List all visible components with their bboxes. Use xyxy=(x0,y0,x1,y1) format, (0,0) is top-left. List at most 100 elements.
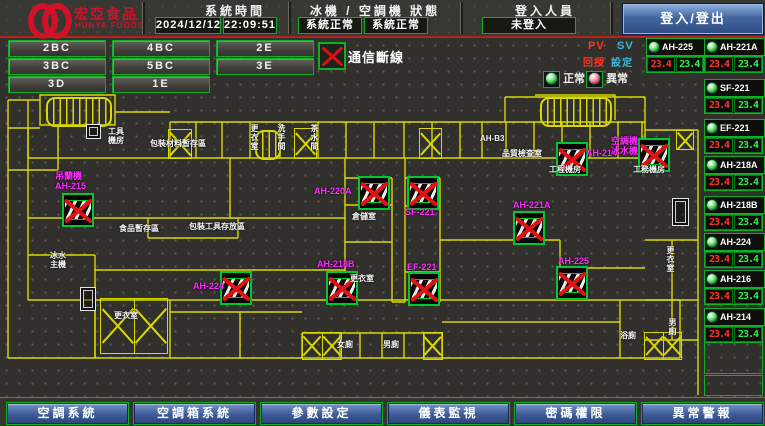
room-label: AH-B3 xyxy=(480,134,504,143)
nav-button-1[interactable]: 空調系統 xyxy=(6,402,129,425)
login-logout-button[interactable]: 登入/登出 xyxy=(622,3,764,35)
room-label: 倉儲室 xyxy=(352,212,376,221)
map-unit-AH-225[interactable] xyxy=(556,266,588,300)
floor-button-3D[interactable]: 3D xyxy=(8,76,106,93)
ahu-name: EF-221 xyxy=(720,123,750,133)
sv-cn-label: 設定 xyxy=(611,54,633,69)
unit-hatch-pattern xyxy=(641,145,667,165)
divider xyxy=(610,2,613,34)
stairs-icon xyxy=(540,97,612,127)
ahu-name: AH-218B xyxy=(720,200,758,210)
room-label: 茶水間 xyxy=(310,124,319,151)
divider xyxy=(288,2,291,34)
floor-button-3E[interactable]: 3E xyxy=(216,58,314,75)
x-cell xyxy=(303,333,322,359)
ahu-name: SF-221 xyxy=(720,83,750,93)
status-led-icon xyxy=(706,82,718,94)
floor-button-2E[interactable]: 2E xyxy=(216,40,314,57)
ahu-row-EF-221[interactable]: EF-221 xyxy=(704,119,765,137)
normal-led-icon xyxy=(543,71,560,88)
sv-value: 23.4 xyxy=(734,252,762,267)
stairs-icon xyxy=(46,97,112,127)
comm-fail-label: 通信斷線 xyxy=(348,47,404,66)
map-unit-AH-221A[interactable] xyxy=(513,211,545,245)
ahu-name: AH-221A xyxy=(720,42,758,52)
ahu-row-SF-221[interactable]: SF-221 xyxy=(704,79,765,97)
map-unit-label: EF-221 xyxy=(407,262,437,272)
ahu-row-AH-214[interactable]: AH-214 xyxy=(704,308,765,326)
room-label: 工務機房 xyxy=(633,165,665,174)
map-unit-SF-221[interactable] xyxy=(407,176,439,210)
nav-button-5[interactable]: 密碼權限 xyxy=(514,402,637,425)
ahu-row-AH-225[interactable]: AH-225 xyxy=(646,38,706,56)
ahu-name: AH-214 xyxy=(720,312,751,322)
x-cell xyxy=(663,333,682,359)
x-cell xyxy=(101,299,134,353)
ahu-name: AH-216 xyxy=(720,274,751,284)
map-unit-AH-220A[interactable] xyxy=(358,176,390,210)
unit-hatch-pattern xyxy=(223,278,249,298)
room-label: 更衣室 xyxy=(666,246,675,273)
ahu-values-AH-214: 23.423.4 xyxy=(704,326,763,343)
map-unit-label: AH-225 xyxy=(558,256,589,266)
map-unit-label: 吊蘭機 AH-215 xyxy=(55,171,86,191)
pv-value: 23.4 xyxy=(705,327,733,342)
room-label: 品質檢查室 xyxy=(502,149,542,158)
ahu-values-AH-224: 23.423.4 xyxy=(704,251,763,268)
hmi-screen: 宏亞食品 HUNYA FOODS 系統時間 2024/12/12 22:09:5… xyxy=(0,0,765,426)
ahu-row-AH-221A[interactable]: AH-221A xyxy=(704,38,765,56)
room-label: 包裝材料暫存區 xyxy=(150,139,206,148)
floor-button-2BC[interactable]: 2BC xyxy=(8,40,106,57)
ahu-values-SF-221: 23.423.4 xyxy=(704,97,763,114)
room-label: 更衣室 xyxy=(250,124,259,151)
login-user-value: 未登入 xyxy=(482,17,576,34)
status-led-icon xyxy=(706,159,718,171)
nav-button-2[interactable]: 空調箱系統 xyxy=(133,402,256,425)
unit-hatch-pattern xyxy=(559,273,585,293)
nav-button-6[interactable]: 異常警報 xyxy=(641,402,764,425)
abnormal-led-icon xyxy=(586,71,603,88)
floor-button-3BC[interactable]: 3BC xyxy=(8,58,106,75)
status-led-icon xyxy=(706,273,718,285)
map-unit-label: AH-224 xyxy=(193,281,224,291)
map-unit-label: AH-220A xyxy=(314,186,352,196)
status-led-icon xyxy=(648,41,660,53)
floor-button-1E[interactable]: 1E xyxy=(112,76,210,93)
status-led-icon xyxy=(706,122,718,134)
sv-value: 23.4 xyxy=(734,327,762,342)
logo-ring-right xyxy=(42,3,72,39)
ahu-row-AH-224[interactable]: AH-224 xyxy=(704,233,765,251)
chiller-status-value: 系統正常 xyxy=(298,17,362,34)
status-led-icon xyxy=(706,311,718,323)
divider xyxy=(460,2,463,34)
nav-button-4[interactable]: 儀表監視 xyxy=(387,402,510,425)
sv-value: 23.4 xyxy=(734,57,762,72)
map-unit-AH-224[interactable] xyxy=(220,271,252,305)
room-label: 女廁 xyxy=(337,340,353,349)
pv-value: 23.4 xyxy=(705,138,733,153)
ahu-row-AH-216[interactable]: AH-216 xyxy=(704,270,765,288)
sv-value: 23.4 xyxy=(734,289,762,304)
top-bar: 宏亞食品 HUNYA FOODS 系統時間 2024/12/12 22:09:5… xyxy=(0,0,765,36)
divider xyxy=(142,2,145,34)
room-label: 更衣室 xyxy=(114,311,138,320)
ahu-row-AH-218B[interactable]: AH-218B xyxy=(704,196,765,214)
map-unit-EF-221[interactable] xyxy=(408,272,440,306)
room-label: 食品暫存區 xyxy=(119,224,159,233)
map-unit-吊蘭機-AH-215[interactable] xyxy=(62,193,94,227)
system-date-value: 2024/12/12 xyxy=(155,17,221,34)
unit-hatch-pattern xyxy=(65,200,91,220)
hunya-logo-icon xyxy=(28,3,68,33)
machine-status-label: 冰機 / 空調機 狀態 xyxy=(300,2,450,16)
room-label: 更衣室 xyxy=(350,274,374,283)
floor-button-5BC[interactable]: 5BC xyxy=(112,58,210,75)
ahu-row-AH-218A[interactable]: AH-218A xyxy=(704,156,765,174)
floor-button-4BC[interactable]: 4BC xyxy=(112,40,210,57)
pv-value: 23.4 xyxy=(705,252,733,267)
bottom-nav-bar: 空調系統空調箱系統參數設定儀表監視密碼權限異常警報 xyxy=(0,397,765,426)
ahu-values-AH-218A: 23.423.4 xyxy=(704,174,763,191)
sv-value: 23.4 xyxy=(734,175,762,190)
pv-label: PV xyxy=(588,40,605,52)
map-unit-label: AH-218B xyxy=(317,259,355,269)
nav-button-3[interactable]: 參數設定 xyxy=(260,402,383,425)
